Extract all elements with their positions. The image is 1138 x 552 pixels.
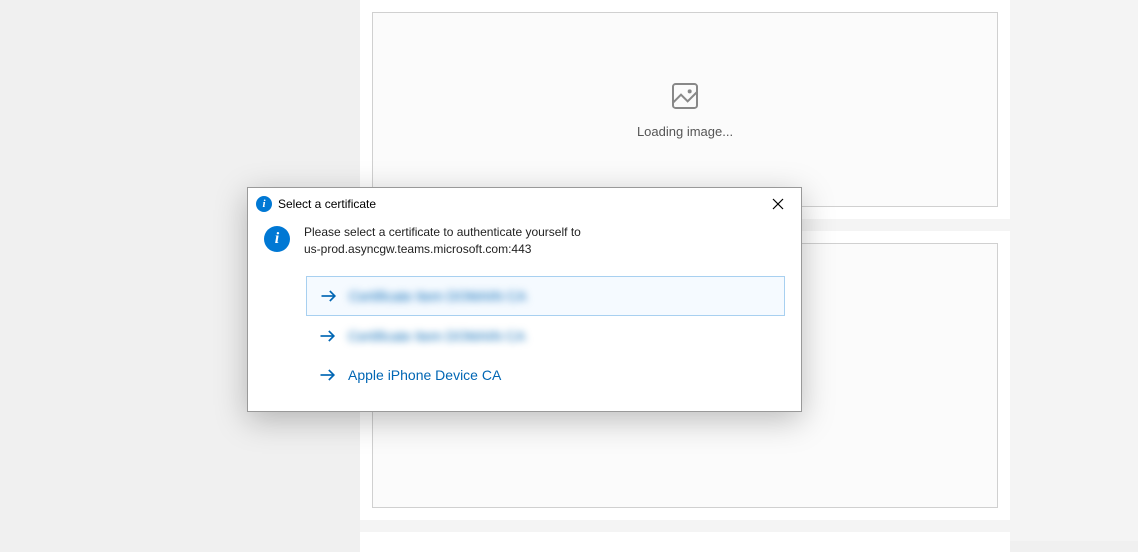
certificate-list: Certificate Item DOMAIN CA Certificate I… [306,276,785,394]
certificate-label: Certificate Item DOMAIN CA [348,328,525,344]
arrow-right-icon [319,286,339,306]
dialog-message-line1: Please select a certificate to authentic… [304,225,581,239]
image-card [360,532,1010,552]
certificate-option[interactable]: Certificate Item DOMAIN CA [306,276,785,316]
dialog-header: i Select a certificate [248,188,801,216]
close-icon [772,198,784,210]
certificate-option[interactable]: Apple iPhone Device CA [306,356,785,394]
dialog-body: i Please select a certificate to authent… [248,216,801,411]
dialog-message-line2: us-prod.asyncgw.teams.microsoft.com:443 [304,242,531,256]
dialog-title: Select a certificate [278,197,763,211]
info-icon: i [264,226,290,252]
loading-text: Loading image... [637,124,733,139]
certificate-dialog: i Select a certificate i Please select a… [247,187,802,412]
certificate-label: Certificate Item DOMAIN CA [349,288,526,304]
arrow-right-icon [318,365,338,385]
image-placeholder: Loading image... [372,12,998,207]
close-button[interactable] [763,192,793,216]
image-icon [669,80,701,112]
certificate-option[interactable]: Certificate Item DOMAIN CA [306,317,785,355]
arrow-right-icon [318,326,338,346]
dialog-message: Please select a certificate to authentic… [304,224,581,258]
dialog-message-row: i Please select a certificate to authent… [264,224,785,258]
certificate-label: Apple iPhone Device CA [348,367,501,383]
info-icon: i [256,196,272,212]
